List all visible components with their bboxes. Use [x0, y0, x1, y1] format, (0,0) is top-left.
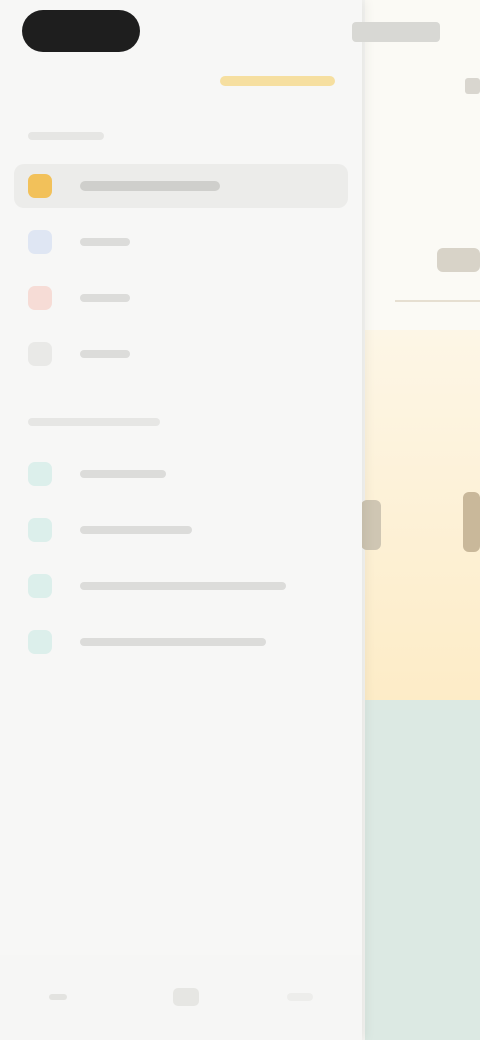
list-icon: [28, 462, 52, 486]
navigation-drawer: [0, 0, 362, 1040]
content-element: [463, 492, 480, 552]
plus-icon[interactable]: [280, 977, 320, 1017]
brand-accent: [220, 76, 335, 86]
list-item-label: [80, 470, 166, 478]
nav-item-flagged[interactable]: [14, 276, 348, 320]
nav-item-label: [80, 181, 220, 191]
section-title-placeholder: [28, 418, 160, 426]
bottom-toolbar: [0, 955, 362, 1040]
list-item-label: [80, 526, 192, 534]
background-content: [361, 0, 480, 1040]
nav-item-today[interactable]: [14, 164, 348, 208]
list-icon: [28, 630, 52, 654]
list-icon: [28, 518, 52, 542]
content-card[interactable]: [365, 700, 480, 1040]
status-bar-pill: [22, 10, 140, 52]
home-icon[interactable]: [38, 977, 78, 1017]
list-item[interactable]: [14, 452, 348, 496]
sun-icon: [28, 174, 52, 198]
header-button[interactable]: [465, 78, 480, 94]
nav-item-label: [80, 350, 130, 358]
list-item-label: [80, 582, 286, 590]
list-item[interactable]: [14, 508, 348, 552]
nav-item-completed[interactable]: [14, 332, 348, 376]
content-element: [361, 500, 381, 550]
list-item[interactable]: [14, 620, 348, 664]
nav-item-calendar[interactable]: [14, 220, 348, 264]
nav-item-label: [80, 238, 130, 246]
content-heading: [437, 248, 480, 272]
flag-icon: [28, 286, 52, 310]
list-icon: [28, 574, 52, 598]
grid-icon[interactable]: [166, 977, 206, 1017]
list-item[interactable]: [14, 564, 348, 608]
nav-item-label: [80, 294, 130, 302]
calendar-icon: [28, 230, 52, 254]
section-title-placeholder: [28, 132, 104, 140]
status-bar-indicators: [352, 22, 440, 42]
list-item-label: [80, 638, 266, 646]
divider: [395, 300, 480, 302]
check-icon: [28, 342, 52, 366]
